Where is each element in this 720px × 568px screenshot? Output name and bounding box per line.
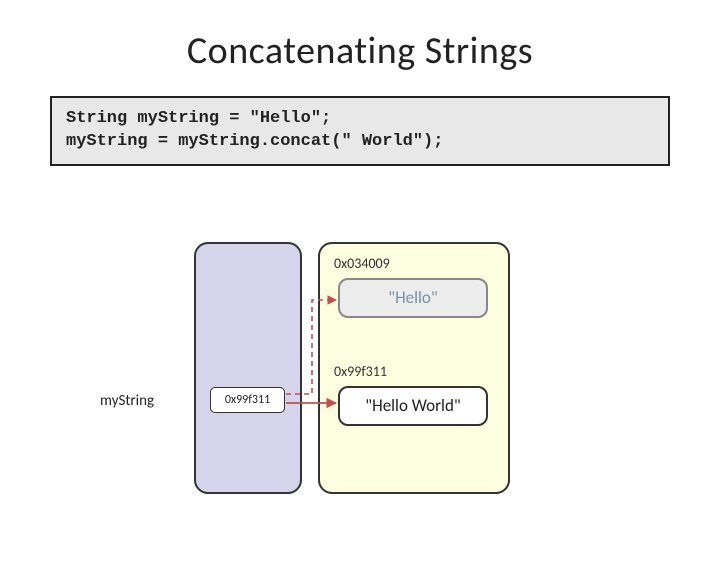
page-title: Concatenating Strings xyxy=(0,28,720,74)
heap-object-old: "Hello" xyxy=(338,278,488,318)
variable-value-cell: 0x99f311 xyxy=(210,387,285,413)
code-snippet: String myString = "Hello"; myString = my… xyxy=(50,96,670,166)
heap-address-1: 0x99f311 xyxy=(334,363,387,380)
stack-region xyxy=(194,242,302,494)
heap-address-0: 0x034009 xyxy=(334,255,390,272)
variable-name-label: myString xyxy=(100,392,154,410)
heap-object-new: "Hello World" xyxy=(338,386,488,426)
memory-diagram: myString 0x99f311 0x034009 "Hello" 0x99f… xyxy=(0,228,720,548)
